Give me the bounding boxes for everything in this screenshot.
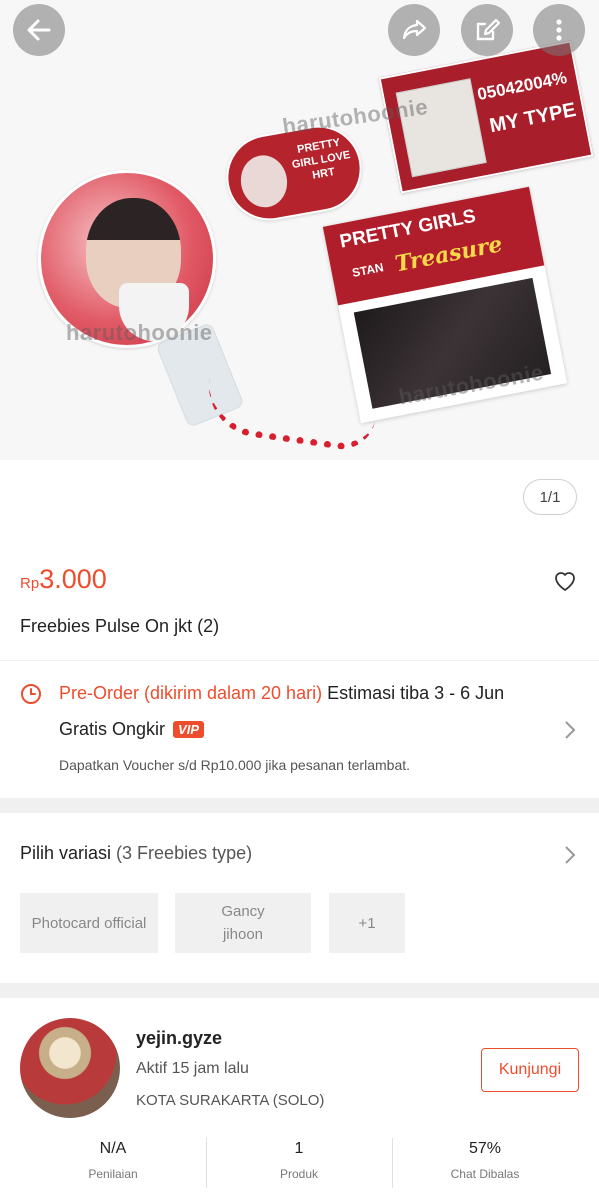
avatar[interactable] [20, 1018, 120, 1118]
shop-stat-chat-reply: 57% Chat Dibalas [450, 1140, 520, 1181]
share-button[interactable] [388, 4, 440, 56]
more-vertical-icon [556, 19, 562, 41]
product-summary: 1/1 Rp3.000 Freebies Pulse On jkt (2) [0, 460, 599, 660]
back-button[interactable] [13, 4, 65, 56]
variation-option-photocard[interactable]: Photocard official [20, 893, 158, 953]
edit-icon [476, 18, 501, 41]
clock-icon [21, 684, 41, 704]
shop-stat-rating: N/A Penilaian [88, 1140, 138, 1181]
shop-active-status: Aktif 15 jam lalu [136, 1060, 249, 1077]
shop-stat-products: 1 Produk [279, 1140, 319, 1181]
voucher-note: Dapatkan Voucher s/d Rp10.000 jika pesan… [59, 757, 411, 773]
product-image[interactable]: PRETTY GIRL LOVE HRT 05042004% MY TYPE P… [0, 0, 599, 460]
edit-button[interactable] [461, 4, 513, 56]
chevron-right-icon[interactable] [564, 845, 576, 865]
chevron-right-icon [565, 721, 576, 739]
product-name: Freebies Pulse On jkt (2) [20, 616, 220, 636]
variation-option-gancy[interactable]: Gancy jihoon [175, 893, 311, 953]
shop-name[interactable]: yejin.gyze [136, 1028, 222, 1049]
arrow-left-icon [27, 19, 51, 41]
variation-section: Pilih variasi (3 Freebies type) Photocar… [0, 813, 599, 983]
vip-badge: VIP [173, 721, 204, 738]
image-pager: 1/1 [523, 479, 577, 515]
heart-icon[interactable] [552, 568, 578, 594]
shipping-info[interactable]: Pre-Order (dikirim dalam 20 hari) Estima… [0, 661, 599, 798]
preorder-text: Pre-Order (dikirim dalam 20 hari) [59, 683, 323, 703]
free-shipping-label: Gratis Ongkir [59, 719, 166, 739]
shop-location: KOTA SURAKARTA (SOLO) [136, 1092, 325, 1109]
product-price: Rp3.000 [20, 564, 107, 594]
shop-section: yejin.gyze Aktif 15 jam lalu KOTA SURAKA… [0, 998, 599, 1200]
variation-selector[interactable]: Pilih variasi (3 Freebies type) [20, 843, 252, 864]
arrival-estimate: Estimasi tiba 3 - 6 Jun [327, 683, 505, 703]
visit-shop-button[interactable]: Kunjungi [481, 1048, 579, 1092]
watermark: harutohoonie [66, 320, 213, 345]
variation-option-more[interactable]: +1 [329, 893, 405, 953]
more-button[interactable] [533, 4, 585, 56]
share-icon [402, 19, 427, 40]
ball-chain [202, 378, 378, 454]
